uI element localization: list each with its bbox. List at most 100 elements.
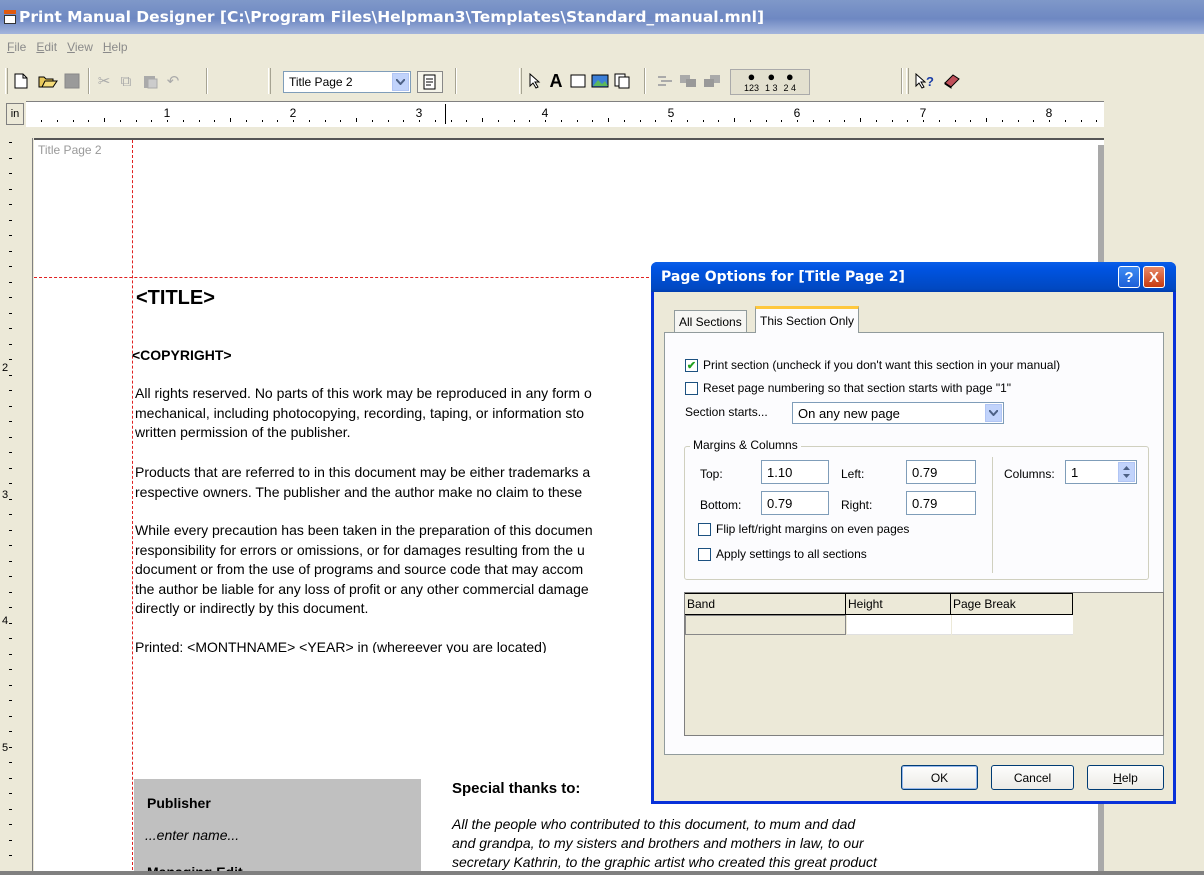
columns-spinner[interactable]: 1 xyxy=(1065,460,1137,484)
toolbar-grip[interactable] xyxy=(519,68,522,94)
grid-header-page-break[interactable]: Page Break xyxy=(951,593,1073,615)
ruler-tick xyxy=(9,483,12,484)
help-button[interactable]: Help xyxy=(1087,765,1164,790)
rectangle-tool-icon[interactable] xyxy=(568,70,588,92)
ruler-tick xyxy=(9,638,12,639)
context-help-icon[interactable]: ? xyxy=(913,70,939,92)
dialog-title-bar[interactable]: Page Options for [Title Page 2] ? X xyxy=(651,262,1176,292)
trademarks-paragraph[interactable]: Products that are referred to in this do… xyxy=(135,463,655,502)
chevron-down-icon[interactable] xyxy=(985,404,1002,422)
ruler-tick xyxy=(9,855,12,856)
top-margin-guide[interactable] xyxy=(34,277,654,278)
dialog-body: All Sections This Section Only ✔ Print s… xyxy=(654,292,1173,801)
special-thanks-title[interactable]: Special thanks to: xyxy=(452,780,580,797)
chevron-down-icon[interactable] xyxy=(392,73,409,91)
print-section-checkbox[interactable]: ✔ Print section (uncheck if you don't wa… xyxy=(685,358,1060,372)
section-starts-select[interactable]: On any new page xyxy=(792,402,1004,424)
preview-group: ● 123 ● 1 3 ● 2 4 xyxy=(730,69,810,95)
document-title-field[interactable]: <TITLE> xyxy=(136,287,215,310)
left-margin-input[interactable]: 0.79 xyxy=(906,460,976,484)
menu-view[interactable]: View xyxy=(62,40,98,54)
preview-123-icon[interactable]: ● 123 xyxy=(744,70,759,93)
special-thanks-text[interactable]: All the people who contributed to this d… xyxy=(452,815,972,872)
ruler-tick xyxy=(9,607,12,608)
dialog-help-icon[interactable]: ? xyxy=(1118,266,1140,288)
ruler-tick xyxy=(545,120,546,122)
grid-header-height[interactable]: Height xyxy=(846,593,951,615)
grid-row-indicator[interactable] xyxy=(685,615,846,635)
select-arrow-icon[interactable] xyxy=(525,70,545,92)
bring-front-icon[interactable] xyxy=(678,70,698,92)
rights-paragraph[interactable]: All rights reserved. No parts of this wo… xyxy=(135,384,655,443)
copy-icon[interactable]: ⧉ xyxy=(116,70,136,92)
ruler-number: 8 xyxy=(1045,106,1053,120)
tab-all-sections[interactable]: All Sections xyxy=(674,310,747,332)
tab-this-section-only[interactable]: This Section Only xyxy=(755,306,860,333)
grid-header-band[interactable]: Band xyxy=(685,593,846,615)
text-tool-icon[interactable]: A xyxy=(545,70,567,92)
ruler-tick xyxy=(576,120,578,122)
paste-icon[interactable] xyxy=(140,70,160,92)
disclaimer-paragraph[interactable]: While every precaution has been taken in… xyxy=(135,521,655,619)
apply-all-sections-checkbox[interactable]: Apply settings to all sections xyxy=(698,547,867,561)
undo-icon[interactable]: ↶ xyxy=(163,70,183,92)
menu-help[interactable]: Help xyxy=(98,40,133,54)
new-icon[interactable] xyxy=(12,70,30,92)
right-margin-input[interactable]: 0.79 xyxy=(906,491,976,515)
ruler-tick xyxy=(356,118,357,122)
menu-file[interactable]: File xyxy=(2,40,31,54)
toolbar-grip[interactable] xyxy=(5,68,8,94)
menu-edit[interactable]: Edit xyxy=(31,40,62,54)
preview-odd-icon[interactable]: ● 1 3 xyxy=(765,70,778,93)
ruler-tick xyxy=(308,120,310,122)
ruler-tick xyxy=(9,359,12,360)
ruler-tick xyxy=(56,120,58,122)
ruler-tick xyxy=(923,120,924,122)
menu-bar: File Edit View Help xyxy=(0,36,133,58)
app-icon[interactable] xyxy=(4,10,16,24)
spinner-arrows-icon[interactable] xyxy=(1118,462,1135,482)
title-bar[interactable]: Print Manual Designer [C:\Program Files\… xyxy=(0,0,1204,34)
ruler-number: 6 xyxy=(793,106,801,120)
ruler-tick xyxy=(1001,120,1003,122)
open-icon[interactable] xyxy=(37,70,59,92)
publisher-name-field[interactable]: ...enter name... xyxy=(145,827,239,843)
flip-margins-checkbox[interactable]: Flip left/right margins on even pages xyxy=(698,522,909,536)
section-combo-value: Title Page 2 xyxy=(289,75,353,89)
ruler-tick xyxy=(9,250,12,252)
printed-line[interactable]: Printed: <MONTHNAME> <YEAR> in (whereeve… xyxy=(135,638,655,653)
save-icon[interactable] xyxy=(62,70,82,92)
copy-band-icon[interactable] xyxy=(612,70,632,92)
ruler-tick xyxy=(9,188,12,190)
align-icon[interactable] xyxy=(655,70,675,92)
toolbar-grip[interactable] xyxy=(906,68,909,94)
left-margin-guide[interactable] xyxy=(132,140,133,875)
ok-button[interactable]: OK xyxy=(901,765,978,790)
preview-even-icon[interactable]: ● 2 4 xyxy=(784,70,797,93)
toolbar-separator xyxy=(901,68,903,94)
image-tool-icon[interactable] xyxy=(590,70,610,92)
book-icon[interactable] xyxy=(940,70,964,92)
ruler-tick xyxy=(104,118,105,122)
grid-cell-page-break[interactable] xyxy=(952,615,1073,635)
ruler-unit-button[interactable]: in xyxy=(6,103,24,125)
ruler-tick xyxy=(970,120,972,122)
top-margin-input[interactable]: 1.10 xyxy=(761,460,829,484)
page-options-icon[interactable] xyxy=(417,71,443,93)
toolbar-grip[interactable] xyxy=(268,68,271,94)
document-copyright-field[interactable]: <COPYRIGHT> xyxy=(132,347,232,363)
bottom-margin-input[interactable]: 0.79 xyxy=(761,491,829,515)
section-combo[interactable]: Title Page 2 xyxy=(283,71,411,93)
send-back-icon[interactable] xyxy=(702,70,722,92)
ruler-tick xyxy=(324,120,326,122)
dialog-close-icon[interactable]: X xyxy=(1143,266,1165,288)
cancel-button[interactable]: Cancel xyxy=(991,765,1074,790)
cut-icon[interactable]: ✂ xyxy=(94,70,114,92)
ruler-tick xyxy=(9,622,12,624)
ruler-tick xyxy=(9,312,12,314)
reset-numbering-checkbox[interactable]: Reset page numbering so that section sta… xyxy=(685,381,1011,395)
toolbar-separator xyxy=(88,68,90,94)
page-options-dialog: Page Options for [Title Page 2] ? X All … xyxy=(651,262,1176,804)
ruler-number: 7 xyxy=(919,106,927,120)
grid-cell-height[interactable] xyxy=(847,615,951,635)
